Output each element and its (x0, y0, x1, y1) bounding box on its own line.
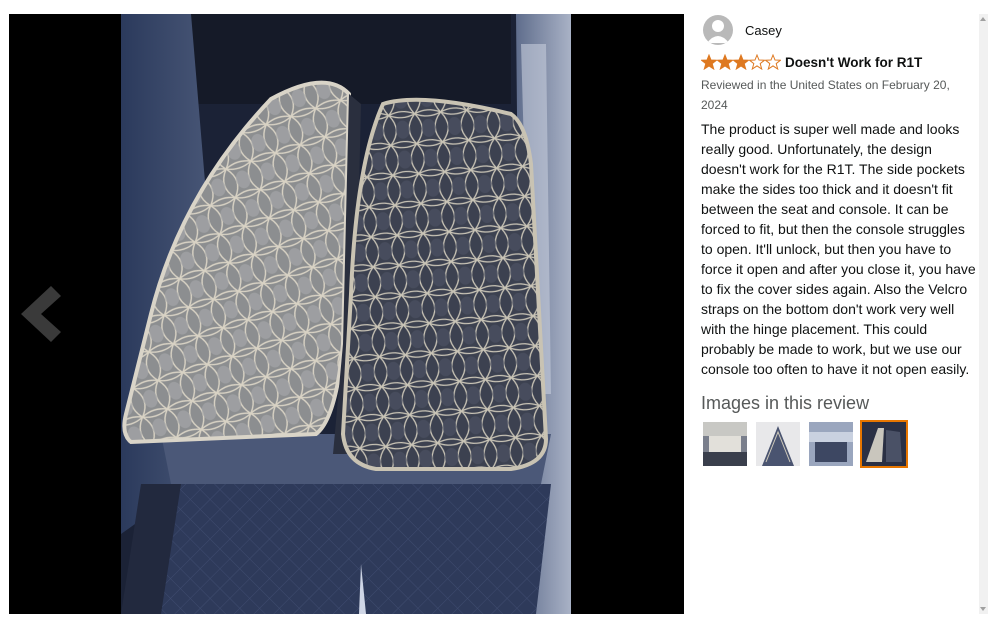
thumbnail-4[interactable] (860, 420, 908, 468)
star-empty-icon (749, 54, 765, 70)
avatar (703, 15, 733, 45)
thumbnail-strip (701, 420, 977, 468)
thumbnail-2[interactable] (754, 420, 802, 468)
star-filled-icon (733, 54, 749, 70)
reviewer-name[interactable]: Casey (745, 23, 782, 38)
user-icon (707, 20, 729, 43)
review-title[interactable]: Doesn't Work for R1T (785, 55, 922, 70)
review-body: The product is super well made and looks… (701, 121, 976, 377)
chevron-left-icon (21, 286, 61, 342)
star-empty-icon (765, 54, 781, 70)
previous-image-button[interactable] (19, 284, 65, 344)
scrollbar[interactable] (979, 14, 988, 614)
star-filled-icon (717, 54, 733, 70)
rating-row: Doesn't Work for R1T (701, 52, 977, 72)
images-heading: Images in this review (701, 393, 870, 413)
scroll-up-arrow[interactable] (980, 17, 986, 21)
scroll-down-arrow[interactable] (980, 607, 986, 611)
review-panel: Casey Doesn't Work for R1T Reviewed in t… (701, 14, 977, 614)
review-date: Reviewed in the United States on Februar… (701, 78, 950, 112)
image-viewer (9, 14, 684, 614)
thumbnail-1[interactable] (701, 420, 749, 468)
review-photo (121, 14, 571, 614)
star-rating[interactable] (701, 54, 781, 70)
star-filled-icon (701, 54, 717, 70)
reviewer-profile[interactable]: Casey (701, 14, 977, 46)
thumbnail-3[interactable] (807, 420, 855, 468)
